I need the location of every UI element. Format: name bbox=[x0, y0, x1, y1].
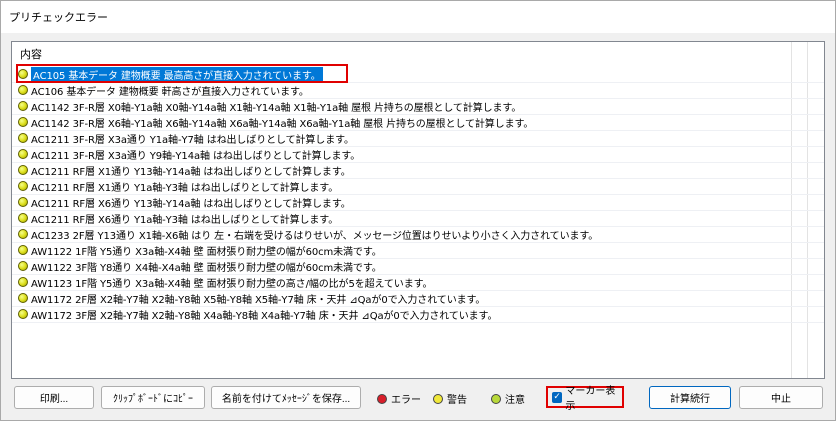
copy-to-clipboard-button[interactable]: ｸﾘｯﾌﾟﾎﾞｰﾄﾞにｺﾋﾟｰ bbox=[101, 386, 205, 409]
list-header-content: 内容 bbox=[20, 48, 42, 61]
legend-warning-label: 警告 bbox=[447, 395, 467, 406]
list-item[interactable]: AC1211 3F-R層 X3a通り Y9軸-Y14a軸 はね出しばりとして計算… bbox=[18, 146, 808, 162]
warning-dot-icon bbox=[18, 213, 28, 223]
save-messages-button[interactable]: 名前を付けてﾒｯｾｰｼﾞを保存... bbox=[211, 386, 361, 409]
list-item-text: AW1122 3F階 Y8通り X4軸-X4a軸 壁 面材張り耐力壁の幅が60c… bbox=[31, 262, 382, 274]
legend-caution-label: 注意 bbox=[505, 395, 525, 406]
list-item-text: AC1233 2F層 Y13通り X1軸-X6軸 はり 左・右端を受けるはりせい… bbox=[31, 230, 599, 242]
continue-calculation-button[interactable]: 計算続行 bbox=[649, 386, 731, 409]
list-item-text: AC1142 3F-R層 X6軸-Y1a軸 X6軸-Y14a軸 X6a軸-Y14… bbox=[31, 118, 534, 130]
warning-dot-icon bbox=[18, 261, 28, 271]
list-item[interactable]: AC1211 RF層 X1通り Y1a軸-Y3軸 はね出しばりとして計算します。 bbox=[18, 178, 808, 194]
warning-dot-icon bbox=[18, 245, 28, 255]
warning-dot-icon bbox=[18, 181, 28, 191]
warning-dot-icon bbox=[18, 69, 28, 79]
list-item[interactable]: AC1211 RF層 X6通り Y1a軸-Y3軸 はね出しばりとして計算します。 bbox=[18, 210, 808, 226]
print-button[interactable]: 印刷... bbox=[14, 386, 94, 409]
warning-dot-icon bbox=[18, 197, 28, 207]
list-item[interactable]: AC1211 RF層 X1通り Y13軸-Y14a軸 はね出しばりとして計算しま… bbox=[18, 162, 808, 178]
list-item[interactable]: AC106 基本データ 建物概要 軒高さが直接入力されています。 bbox=[18, 82, 808, 98]
legend-caution: 注意 bbox=[491, 391, 525, 406]
list-item-text: AC1211 RF層 X6通り Y1a軸-Y3軸 はね出しばりとして計算します。 bbox=[31, 214, 339, 226]
list-item-text: AW1122 1F階 Y5通り X3a軸-X4軸 壁 面材張り耐力壁の幅が60c… bbox=[31, 246, 382, 258]
error-dot-icon bbox=[377, 393, 387, 404]
marker-display-label: マーカー表示 bbox=[565, 386, 616, 412]
legend-error-label: エラー bbox=[391, 395, 421, 406]
warning-dot-icon bbox=[18, 229, 28, 239]
list-item[interactable]: AW1172 3F層 X2軸-Y7軸 X2軸-Y8軸 X4a軸-Y8軸 X4a軸… bbox=[18, 306, 808, 322]
list-item-text: AC1211 RF層 X1通り Y1a軸-Y3軸 はね出しばりとして計算します。 bbox=[31, 182, 339, 194]
list-item-text: AW1172 3F層 X2軸-Y7軸 X2軸-Y8軸 X4a軸-Y8軸 X4a軸… bbox=[31, 310, 498, 322]
warning-dot-icon bbox=[18, 149, 28, 159]
stop-button[interactable]: 中止 bbox=[739, 386, 823, 409]
list-item[interactable]: AC1211 3F-R層 X3a通り Y1a軸-Y7軸 はね出しばりとして計算し… bbox=[18, 130, 808, 146]
checkmark-icon[interactable]: ✓ bbox=[552, 391, 563, 403]
caution-dot-icon bbox=[491, 393, 501, 404]
warning-dot-icon bbox=[18, 309, 28, 319]
list-item-text: AC105 基本データ 建物概要 最高高さが直接入力されています。 bbox=[31, 66, 323, 82]
warning-dot-icon bbox=[18, 101, 28, 111]
list-item-text: AW1123 1F階 Y5通り X3a軸-X4軸 壁 面材張り耐力壁の高さ/幅の… bbox=[31, 278, 433, 290]
list-item[interactable]: AC1142 3F-R層 X0軸-Y1a軸 X0軸-Y14a軸 X1軸-Y14a… bbox=[18, 98, 808, 114]
list-item[interactable]: AW1172 2F層 X2軸-Y7軸 X2軸-Y8軸 X5軸-Y8軸 X5軸-Y… bbox=[18, 290, 808, 306]
list-item-text: AW1172 2F層 X2軸-Y7軸 X2軸-Y8軸 X5軸-Y8軸 X5軸-Y… bbox=[31, 294, 486, 306]
warning-dot-icon bbox=[18, 165, 28, 175]
warning-dot-icon bbox=[18, 117, 28, 127]
list-item-text: AC106 基本データ 建物概要 軒高さが直接入力されています。 bbox=[31, 86, 309, 98]
warning-dot-icon bbox=[18, 293, 28, 303]
warning-dot-icon bbox=[18, 277, 28, 287]
message-list[interactable]: 内容 AC105 基本データ 建物概要 最高高さが直接入力されています。 AC10… bbox=[11, 41, 825, 379]
legend-error: エラー bbox=[377, 391, 421, 406]
list-item-text: AC1211 3F-R層 X3a通り Y1a軸-Y7軸 はね出しばりとして計算し… bbox=[31, 134, 354, 146]
warning-dot-icon bbox=[433, 393, 443, 404]
warning-dot-icon bbox=[18, 85, 28, 95]
title-bar: プリチェックエラー bbox=[1, 1, 835, 33]
list-item[interactable]: AW1123 1F階 Y5通り X3a軸-X4軸 壁 面材張り耐力壁の高さ/幅の… bbox=[18, 274, 808, 290]
list-item[interactable]: AC1211 RF層 X6通り Y13軸-Y14a軸 はね出しばりとして計算しま… bbox=[18, 194, 808, 210]
list-item-text: AC1142 3F-R層 X0軸-Y1a軸 X0軸-Y14a軸 X1軸-Y14a… bbox=[31, 102, 522, 114]
marker-display-toggle[interactable]: ✓ マーカー表示 bbox=[546, 386, 624, 412]
warning-dot-icon bbox=[18, 133, 28, 143]
precheck-error-dialog: プリチェックエラー 内容 AC105 基本データ 建物概要 最高高さが直接入力さ… bbox=[0, 0, 836, 421]
list-item[interactable]: AC1233 2F層 Y13通り X1軸-X6軸 はり 左・右端を受けるはりせい… bbox=[18, 226, 808, 242]
list-item[interactable]: AC105 基本データ 建物概要 最高高さが直接入力されています。 bbox=[18, 66, 808, 82]
row-divider bbox=[12, 322, 824, 323]
window-title: プリチェックエラー bbox=[9, 11, 108, 24]
list-item[interactable]: AC1142 3F-R層 X6軸-Y1a軸 X6軸-Y14a軸 X6a軸-Y14… bbox=[18, 114, 808, 130]
list-item-text: AC1211 RF層 X1通り Y13軸-Y14a軸 はね出しばりとして計算しま… bbox=[31, 166, 351, 178]
list-item[interactable]: AW1122 1F階 Y5通り X3a軸-X4軸 壁 面材張り耐力壁の幅が60c… bbox=[18, 242, 808, 258]
legend-warning: 警告 bbox=[433, 391, 467, 406]
list-item-text: AC1211 RF層 X6通り Y13軸-Y14a軸 はね出しばりとして計算しま… bbox=[31, 198, 351, 210]
list-item-text: AC1211 3F-R層 X3a通り Y9軸-Y14a軸 はね出しばりとして計算… bbox=[31, 150, 361, 162]
list-item[interactable]: AW1122 3F階 Y8通り X4軸-X4a軸 壁 面材張り耐力壁の幅が60c… bbox=[18, 258, 808, 274]
